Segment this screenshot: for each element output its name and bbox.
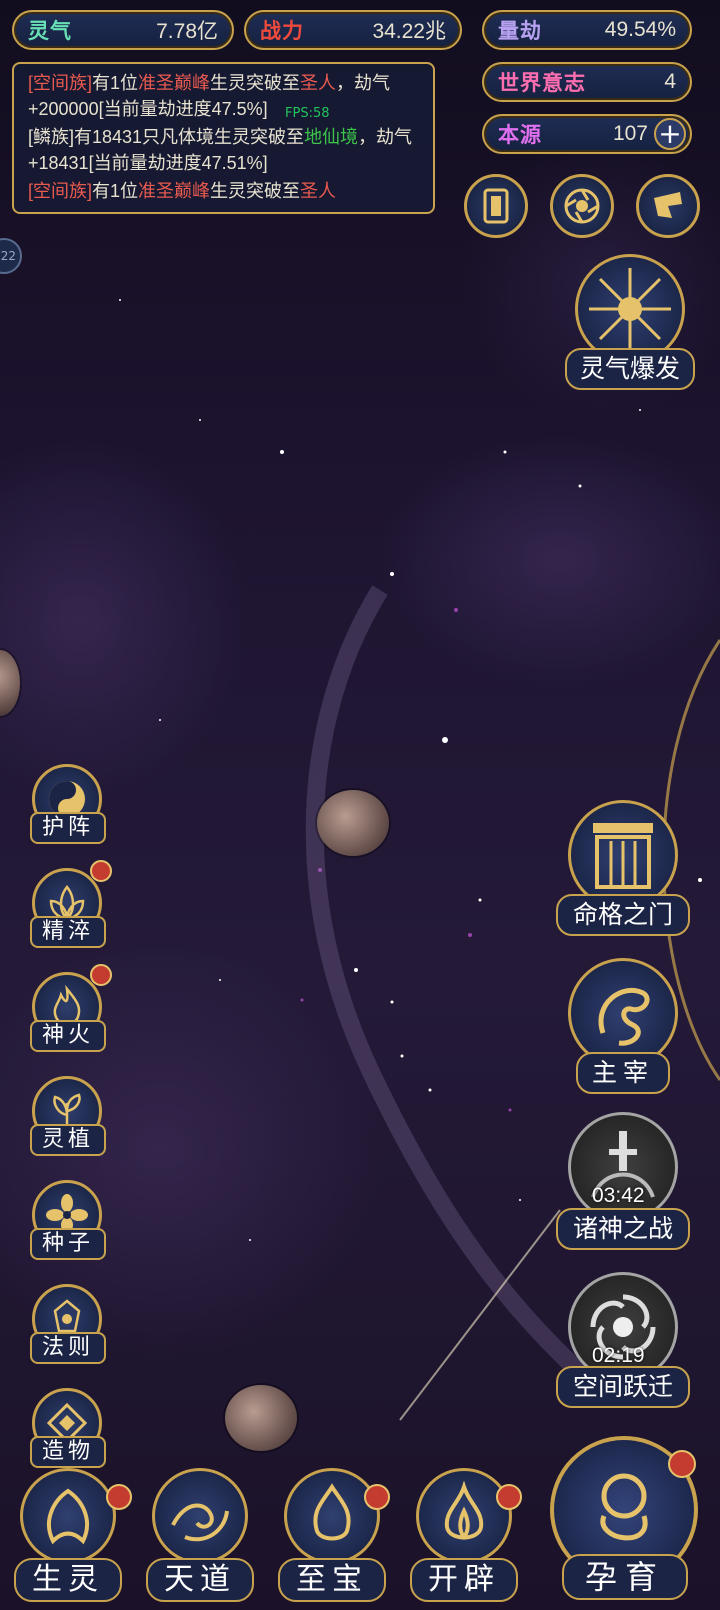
world-will-label: 世界意志 xyxy=(498,71,586,95)
spirit-plant-button[interactable]: 灵植 xyxy=(28,1076,108,1156)
spirit-plant-label: 灵植 xyxy=(30,1124,106,1156)
notification-dot xyxy=(90,964,112,986)
benyuan-value: 107 xyxy=(612,122,648,145)
fate-gate-button[interactable]: 命格之门 xyxy=(556,800,690,940)
benyuan-label: 本源 xyxy=(498,123,542,147)
world-will-stat[interactable]: 世界意志 4 xyxy=(482,62,692,102)
creation-label: 造物 xyxy=(30,1436,106,1468)
phoenix-icon xyxy=(47,1488,89,1545)
embryo-icon xyxy=(600,1473,648,1541)
log-text: 有1位 xyxy=(92,181,139,201)
creatures-label: 生灵 xyxy=(14,1558,122,1602)
asteroid[interactable] xyxy=(0,650,20,716)
add-icon[interactable]: + xyxy=(654,118,686,150)
world-will-value: 4 xyxy=(664,70,676,93)
notification-dot xyxy=(364,1484,390,1510)
space-leap-button[interactable]: 02:19 空间跃迁 xyxy=(556,1272,690,1412)
divine-fire-label: 神火 xyxy=(30,1020,106,1052)
event-log[interactable]: [空间族]有1位准圣巅峰生灵突破至圣人，劫气+200000[当前量劫进度47.5… xyxy=(12,62,435,214)
heaven-dao-label: 天道 xyxy=(146,1558,254,1602)
seed-label: 种子 xyxy=(30,1228,106,1260)
fate-gate-label: 命格之门 xyxy=(556,894,690,936)
log-rank: 圣人 xyxy=(300,181,337,201)
log-line: [空间族]有1位准圣巅峰生灵突破至圣人，劫气+200000[当前量劫进度47.5… xyxy=(28,70,419,122)
card-icon xyxy=(483,188,509,224)
gods-war-button[interactable]: 03:42 诸神之战 xyxy=(556,1112,690,1252)
zhanli-stat[interactable]: 战力 34.22兆 xyxy=(244,10,462,50)
vortex-icon xyxy=(564,188,600,224)
law-label: 法则 xyxy=(30,1332,106,1364)
creation-button[interactable]: 造物 xyxy=(28,1388,108,1468)
aura-burst-label: 灵气爆发 xyxy=(565,348,695,390)
seed-button[interactable]: 种子 xyxy=(28,1180,108,1260)
side-badge[interactable]: 22 xyxy=(0,238,22,274)
aura-burst-button[interactable]: 灵气爆发 xyxy=(565,254,695,394)
zhanli-value: 34.22兆 xyxy=(372,20,446,43)
log-race: [空间族] xyxy=(28,181,93,201)
zhanli-label: 战力 xyxy=(260,19,304,43)
incubate-label: 孕育 xyxy=(562,1554,688,1600)
burst-icon xyxy=(589,268,671,350)
card-button[interactable] xyxy=(464,174,528,238)
dragon-icon xyxy=(598,987,650,1046)
log-rank: 准圣巅峰 xyxy=(138,73,211,93)
ruler-button[interactable]: 主宰 xyxy=(560,958,686,1098)
log-race: [空间族] xyxy=(28,73,93,93)
ruler-label: 主宰 xyxy=(576,1052,670,1094)
log-text: 生灵突破至 xyxy=(210,73,301,93)
lingqi-value: 7.78亿 xyxy=(156,20,218,43)
gate-icon xyxy=(593,823,653,889)
space-leap-timer: 02:19 xyxy=(592,1344,645,1367)
guard-array-label: 护阵 xyxy=(30,812,106,844)
log-text: [鳞族]有18431只凡体境生灵突破至 xyxy=(28,127,305,147)
pouch-icon xyxy=(654,192,682,218)
notification-dot xyxy=(668,1450,696,1478)
bottom-tab-heaven-dao[interactable]: 天道 xyxy=(144,1468,256,1608)
gods-war-label: 诸神之战 xyxy=(556,1208,690,1250)
log-rank: 准圣巅峰 xyxy=(138,181,211,201)
liangjie-label: 量劫 xyxy=(498,19,542,43)
lingqi-stat[interactable]: 灵气 7.78亿 xyxy=(12,10,234,50)
fps-counter: FPS:58 xyxy=(285,106,330,121)
space-leap-label: 空间跃迁 xyxy=(556,1366,690,1408)
notification-dot xyxy=(106,1484,132,1510)
genesis-label: 开辟 xyxy=(410,1558,518,1602)
refine-label: 精淬 xyxy=(30,916,106,948)
guard-array-button[interactable]: 护阵 xyxy=(28,764,108,844)
log-rank: 地仙境 xyxy=(304,127,359,147)
benyuan-stat[interactable]: 本源 107 + xyxy=(482,114,692,154)
wave-icon xyxy=(171,1503,229,1542)
log-rank: 圣人 xyxy=(300,73,337,93)
law-button[interactable]: 法则 xyxy=(28,1284,108,1364)
asteroid[interactable] xyxy=(317,790,389,856)
fire-icon xyxy=(444,1481,484,1541)
log-line: [空间族]有1位准圣巅峰生灵突破至圣人 xyxy=(28,178,419,204)
lingqi-label: 灵气 xyxy=(28,19,72,43)
vortex-button[interactable] xyxy=(550,174,614,238)
gods-war-timer: 03:42 xyxy=(592,1184,645,1207)
log-text: 生灵突破至 xyxy=(210,181,301,201)
asteroid[interactable] xyxy=(225,1385,297,1451)
flame-crest-icon xyxy=(313,1483,351,1541)
treasure-label: 至宝 xyxy=(278,1558,386,1602)
log-text: 有1位 xyxy=(92,73,139,93)
log-line: [鳞族]有18431只凡体境生灵突破至地仙境，劫气+18431[当前量劫进度47… xyxy=(28,124,419,176)
notification-dot xyxy=(496,1484,522,1510)
pouch-button[interactable] xyxy=(636,174,700,238)
liangjie-value: 49.54% xyxy=(604,18,676,41)
liangjie-stat[interactable]: 量劫 49.54% xyxy=(482,10,692,50)
notification-dot xyxy=(90,860,112,882)
